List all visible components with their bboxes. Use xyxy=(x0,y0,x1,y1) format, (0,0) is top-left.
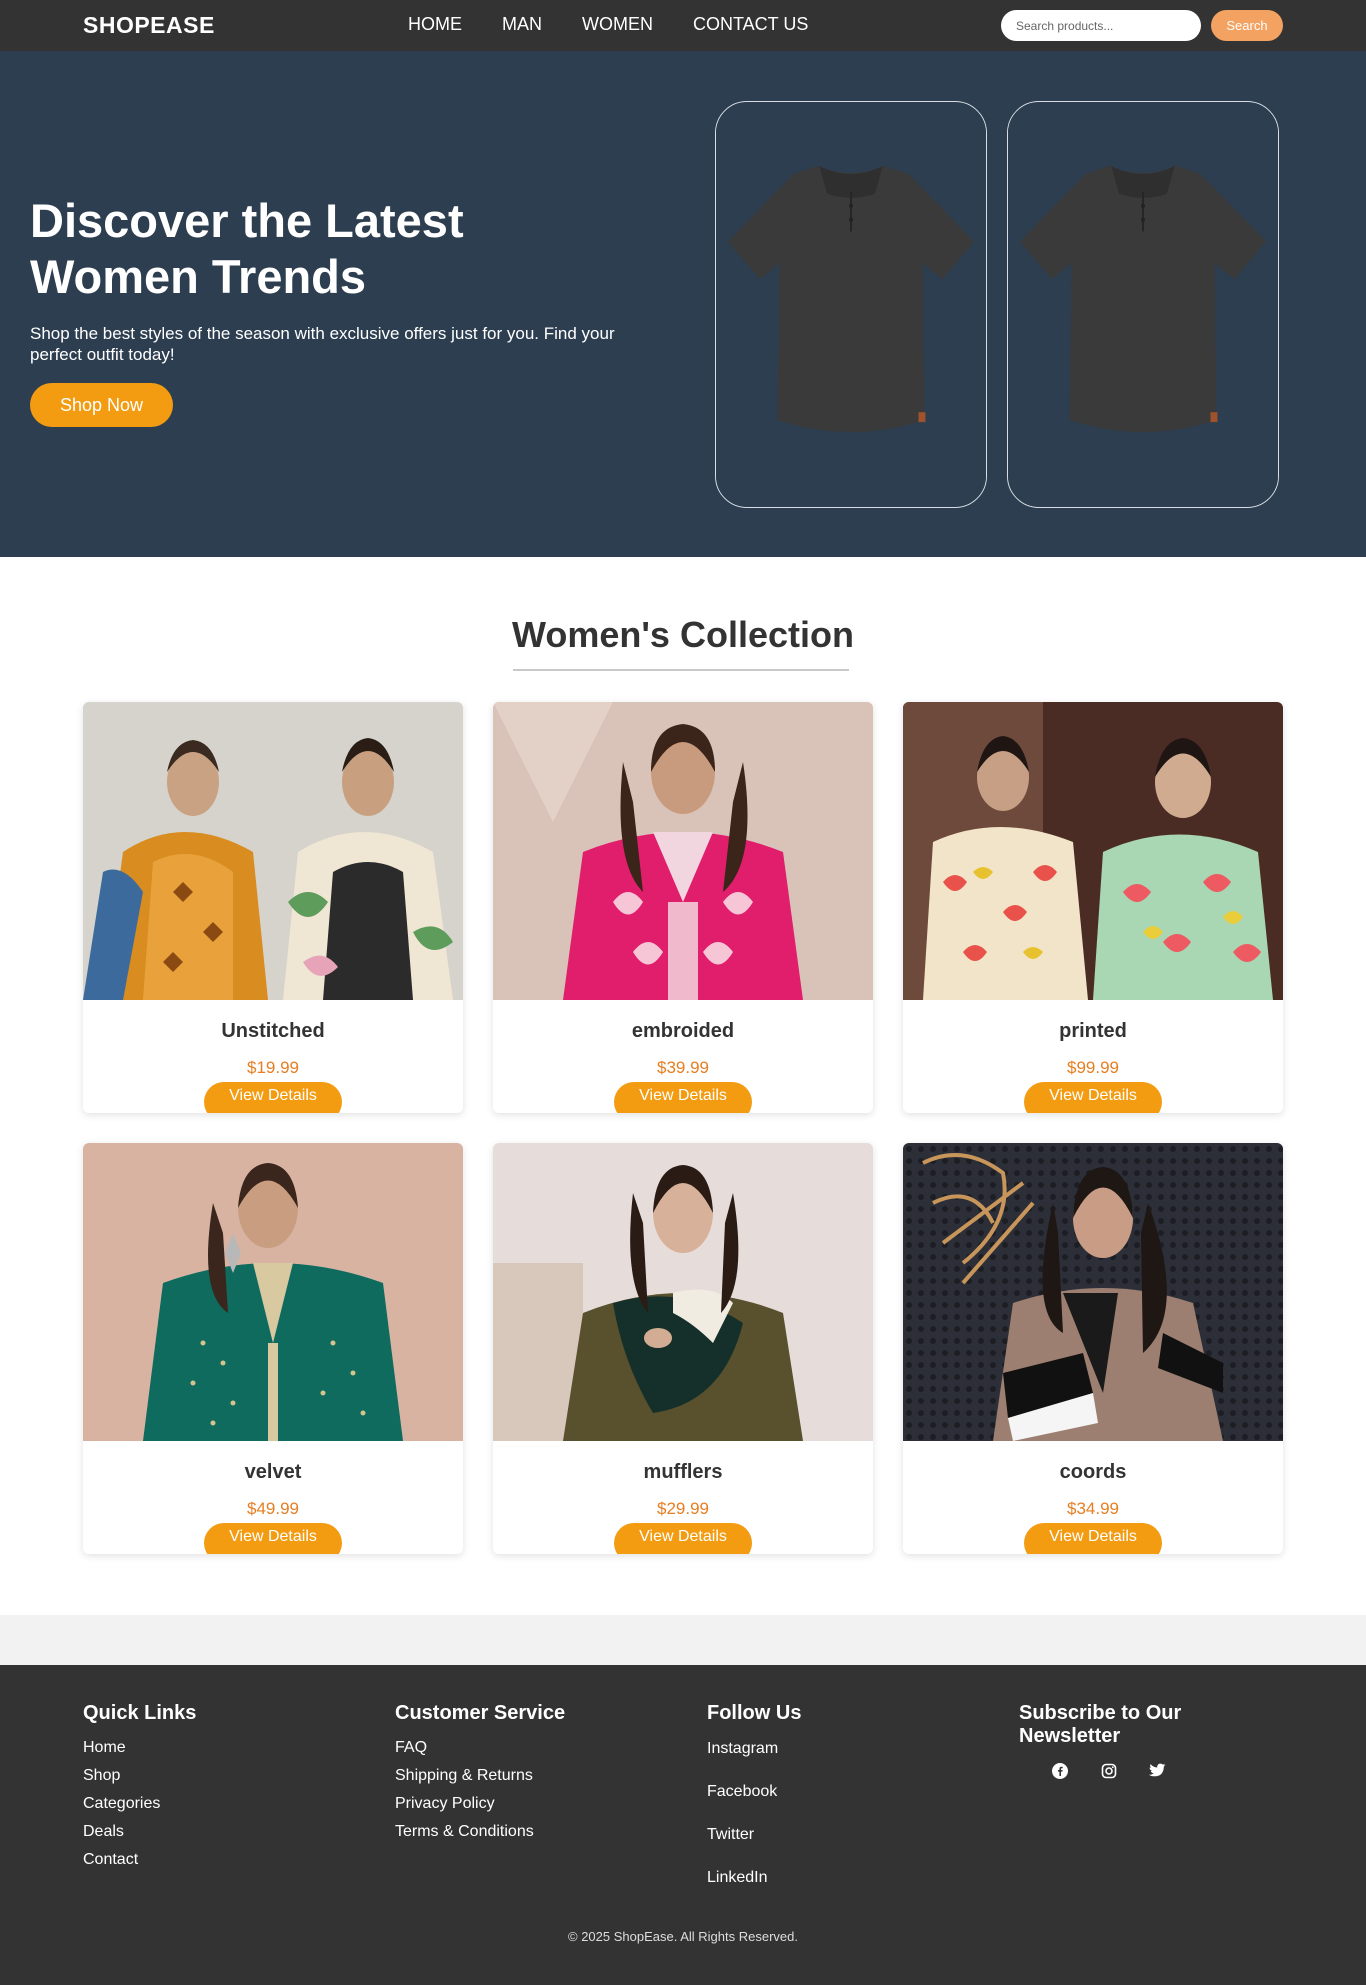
customer-service-column: Customer Service FAQ Shipping & Returns … xyxy=(395,1702,635,1846)
hero-product-card[interactable] xyxy=(1007,101,1279,508)
view-details-button[interactable]: View Details xyxy=(614,1082,752,1113)
hero-title: Discover the Latest Women Trends xyxy=(30,194,464,303)
product-image[interactable] xyxy=(493,702,873,1000)
footer-link-twitter[interactable]: Twitter xyxy=(707,1813,947,1856)
footer-link-terms[interactable]: Terms & Conditions xyxy=(395,1818,635,1846)
footer-link-home[interactable]: Home xyxy=(83,1734,323,1762)
footer-link-privacy-policy[interactable]: Privacy Policy xyxy=(395,1790,635,1818)
footer-link-shop[interactable]: Shop xyxy=(83,1762,323,1790)
product-image[interactable] xyxy=(83,1143,463,1441)
facebook-icon[interactable] xyxy=(1047,1758,1072,1783)
product-image[interactable] xyxy=(903,1143,1283,1441)
product-price: $99.99 xyxy=(1067,1058,1119,1077)
footer-link-facebook[interactable]: Facebook xyxy=(707,1770,947,1813)
product-card[interactable]: coords $34.99 View Details xyxy=(903,1143,1283,1554)
follow-us-column: Follow Us Instagram Facebook Twitter Lin… xyxy=(707,1702,947,1899)
follow-us-title: Follow Us xyxy=(707,1702,802,1724)
product-name: velvet xyxy=(244,1461,302,1483)
product-card[interactable]: mufflers $29.99 View Details xyxy=(493,1143,873,1554)
product-image[interactable] xyxy=(83,702,463,1000)
customer-service-title: Customer Service xyxy=(395,1702,566,1724)
polo-shirt-image xyxy=(716,102,986,507)
quick-links-title: Quick Links xyxy=(83,1702,197,1724)
nav-women[interactable]: WOMEN xyxy=(582,14,653,35)
view-details-button[interactable]: View Details xyxy=(1024,1082,1162,1113)
product-price: $34.99 xyxy=(1067,1499,1119,1518)
footer-link-faq[interactable]: FAQ xyxy=(395,1734,635,1762)
footer-link-deals[interactable]: Deals xyxy=(83,1818,323,1846)
product-price: $49.99 xyxy=(247,1499,299,1518)
view-details-button[interactable]: View Details xyxy=(1024,1523,1162,1554)
view-details-button[interactable]: View Details xyxy=(204,1523,342,1554)
polo-shirt-image xyxy=(1008,102,1278,507)
nav-contact-us[interactable]: CONTACT US xyxy=(693,14,808,35)
social-icons xyxy=(1047,1758,1219,1783)
product-name: mufflers xyxy=(643,1461,723,1483)
collection-title: Women's Collection xyxy=(512,614,854,655)
footer-link-contact[interactable]: Contact xyxy=(83,1846,323,1874)
shop-now-button[interactable]: Shop Now xyxy=(30,383,173,427)
hero-product-card[interactable] xyxy=(715,101,987,508)
search-input[interactable] xyxy=(1001,10,1201,41)
product-card[interactable]: embroided $39.99 View Details xyxy=(493,702,873,1113)
copyright-text: © 2025 ShopEase. All Rights Reserved. xyxy=(568,1929,798,1944)
product-image[interactable] xyxy=(903,702,1283,1000)
main-menu: HOME MAN WOMEN CONTACT US xyxy=(408,14,808,35)
product-card[interactable]: printed $99.99 View Details xyxy=(903,702,1283,1113)
view-details-button[interactable]: View Details xyxy=(614,1523,752,1554)
product-name: coords xyxy=(1059,1461,1127,1483)
search-button[interactable]: Search xyxy=(1211,10,1283,41)
title-underline xyxy=(513,669,849,671)
brand-logo[interactable]: SHOPEASE xyxy=(83,12,215,39)
section-divider xyxy=(0,1615,1366,1665)
footer-link-instagram[interactable]: Instagram xyxy=(707,1727,947,1770)
newsletter-column: Subscribe to Our Newsletter xyxy=(1019,1702,1219,1783)
nav-man[interactable]: MAN xyxy=(502,14,542,35)
nav-home[interactable]: HOME xyxy=(408,14,462,35)
instagram-icon[interactable] xyxy=(1096,1758,1121,1783)
footer-link-linkedin[interactable]: LinkedIn xyxy=(707,1856,947,1899)
quick-links-column: Quick Links Home Shop Categories Deals C… xyxy=(83,1702,323,1874)
product-name: printed xyxy=(1059,1020,1127,1042)
site-footer: Quick Links Home Shop Categories Deals C… xyxy=(0,1665,1366,1985)
footer-link-shipping-returns[interactable]: Shipping & Returns xyxy=(395,1762,635,1790)
product-price: $29.99 xyxy=(657,1499,709,1518)
product-price: $19.99 xyxy=(247,1058,299,1077)
product-name: embroided xyxy=(631,1020,735,1042)
hero-banner: Discover the Latest Women Trends Shop th… xyxy=(0,51,1366,557)
view-details-button[interactable]: View Details xyxy=(204,1082,342,1113)
newsletter-title: Subscribe to Our Newsletter xyxy=(1019,1702,1182,1747)
top-navbar: SHOPEASE HOME MAN WOMEN CONTACT US Searc… xyxy=(0,0,1366,51)
footer-link-categories[interactable]: Categories xyxy=(83,1790,323,1818)
product-price: $39.99 xyxy=(657,1058,709,1077)
product-card[interactable]: Unstitched $19.99 View Details xyxy=(83,702,463,1113)
product-name: Unstitched xyxy=(221,1020,325,1042)
twitter-icon[interactable] xyxy=(1145,1758,1170,1783)
product-image[interactable] xyxy=(493,1143,873,1441)
hero-subtitle: Shop the best styles of the season with … xyxy=(30,324,615,364)
product-card[interactable]: velvet $49.99 View Details xyxy=(83,1143,463,1554)
